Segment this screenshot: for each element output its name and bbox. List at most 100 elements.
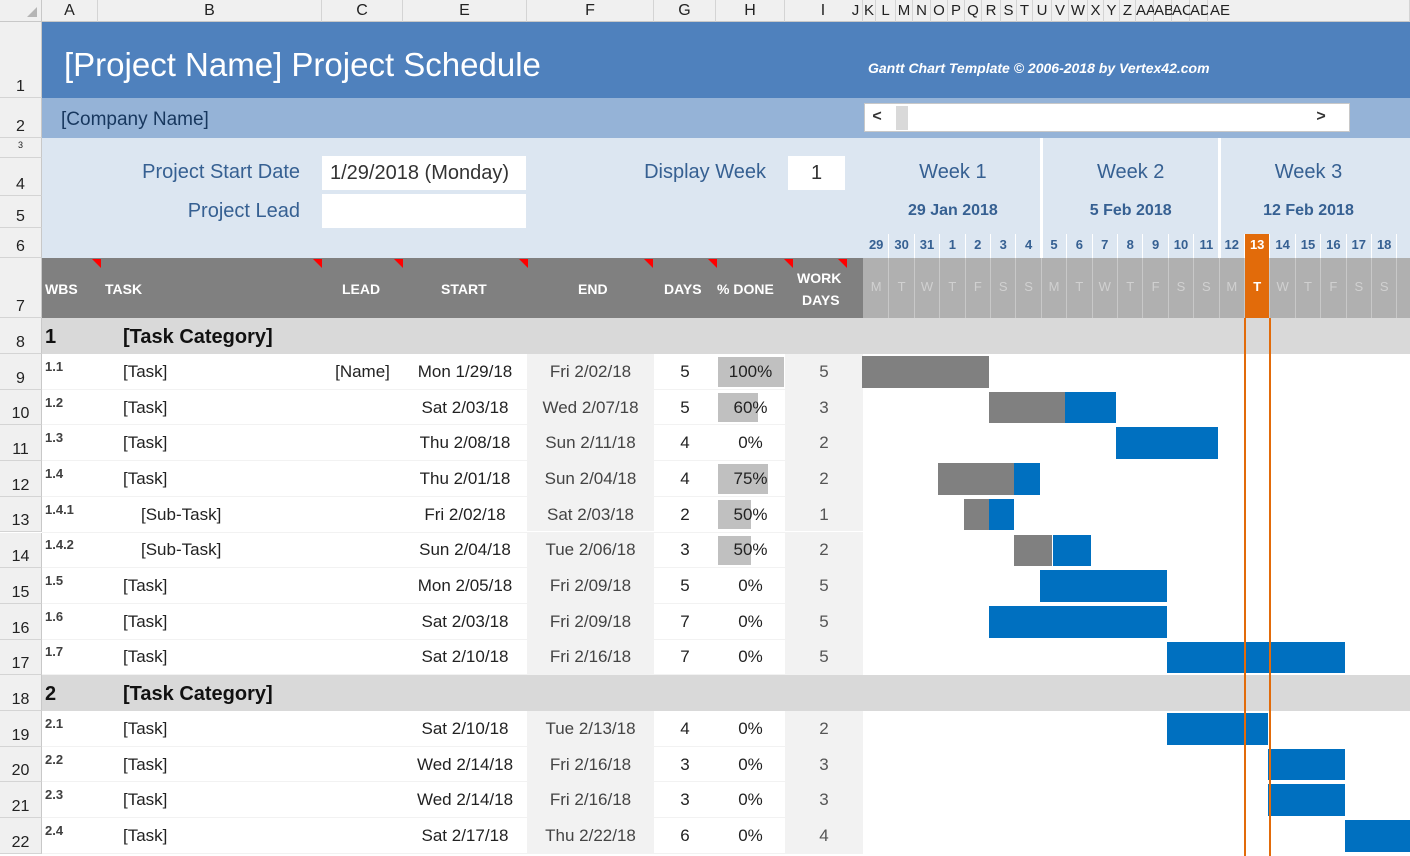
task-lead[interactable]: [Name] (322, 362, 403, 382)
task-name[interactable]: [Task] (123, 433, 167, 453)
display-week-input[interactable]: 1 (788, 156, 845, 190)
task-start[interactable]: Thu 2/08/18 (403, 433, 527, 453)
task-percent-done[interactable]: 50% (716, 540, 785, 560)
task-end[interactable]: Wed 2/07/18 (527, 398, 654, 418)
gantt-bar-completed[interactable] (862, 356, 989, 388)
task-start[interactable]: Thu 2/01/18 (403, 469, 527, 489)
scroll-thumb[interactable] (896, 106, 908, 130)
gantt-bar-remaining[interactable] (1065, 391, 1116, 424)
row-header[interactable]: 3 (0, 138, 42, 158)
task-days[interactable]: 5 (654, 398, 716, 418)
column-header[interactable]: F (527, 0, 654, 22)
scroll-right-button[interactable]: > (1310, 108, 1332, 128)
task-start[interactable]: Sat 2/17/18 (403, 826, 527, 846)
gantt-bar-remaining[interactable] (989, 498, 1015, 531)
task-wbs[interactable]: 1.3 (45, 430, 63, 445)
task-start[interactable]: Wed 2/14/18 (403, 755, 527, 775)
row-header[interactable]: 14 (0, 532, 42, 569)
row-header[interactable]: 22 (0, 818, 42, 854)
gantt-bar-completed[interactable] (963, 498, 989, 531)
column-header[interactable]: O (931, 0, 948, 22)
project-lead-input[interactable] (322, 194, 526, 228)
row-header[interactable]: 12 (0, 461, 42, 497)
task-name[interactable]: [Sub-Task] (141, 505, 221, 525)
task-start[interactable]: Mon 1/29/18 (403, 362, 527, 382)
project-start-input[interactable]: 1/29/2018 (Monday) (322, 156, 526, 190)
task-start[interactable]: Mon 2/05/18 (403, 576, 527, 596)
task-wbs[interactable]: 1.5 (45, 573, 63, 588)
task-percent-done[interactable]: 0% (716, 826, 785, 846)
column-header[interactable]: J (849, 0, 863, 22)
task-name[interactable]: [Task] (123, 362, 167, 382)
row-header[interactable]: 21 (0, 782, 42, 819)
column-header[interactable]: L (876, 0, 896, 22)
column-header[interactable]: Z (1120, 0, 1136, 22)
gantt-bar-remaining[interactable] (1052, 534, 1091, 567)
row-header[interactable]: 10 (0, 389, 42, 426)
gantt-bar-remaining[interactable] (1166, 713, 1269, 745)
row-header[interactable]: 17 (0, 639, 42, 676)
task-end[interactable]: Fri 2/16/18 (527, 755, 654, 775)
task-end[interactable]: Fri 2/02/18 (527, 362, 654, 382)
task-days[interactable]: 3 (654, 540, 716, 560)
column-header[interactable]: Q (965, 0, 982, 22)
column-header[interactable]: U (1033, 0, 1052, 22)
task-name[interactable]: [Task] (123, 398, 167, 418)
task-percent-done[interactable]: 50% (716, 505, 785, 525)
task-start[interactable]: Sun 2/04/18 (403, 540, 527, 560)
column-header[interactable]: AC (1172, 0, 1193, 22)
task-days[interactable]: 5 (654, 362, 716, 382)
column-header[interactable]: P (948, 0, 965, 22)
column-header[interactable]: V (1052, 0, 1069, 22)
column-header[interactable]: B (98, 0, 322, 22)
row-header[interactable]: 13 (0, 496, 42, 533)
task-percent-done[interactable]: 0% (716, 719, 785, 739)
task-wbs[interactable]: 1.4 (45, 466, 63, 481)
column-header[interactable]: AB (1154, 0, 1174, 22)
task-wbs[interactable]: 1.1 (45, 359, 63, 374)
column-header[interactable]: T (1017, 0, 1033, 22)
scroll-left-button[interactable]: < (866, 108, 888, 128)
column-header[interactable]: AD (1190, 0, 1211, 22)
task-percent-done[interactable]: 75% (716, 469, 785, 489)
task-percent-done[interactable]: 0% (716, 647, 785, 667)
select-all-corner[interactable] (0, 0, 42, 22)
company-name[interactable]: [Company Name] (61, 109, 209, 131)
task-end[interactable]: Fri 2/16/18 (527, 790, 654, 810)
row-header[interactable]: 1 (0, 22, 42, 98)
task-end[interactable]: Fri 2/09/18 (527, 612, 654, 632)
gantt-bar-remaining[interactable] (1039, 570, 1167, 602)
column-header[interactable]: H (716, 0, 785, 22)
category-name[interactable]: [Task Category] (123, 326, 273, 349)
row-header[interactable]: 20 (0, 746, 42, 783)
task-name[interactable]: [Task] (123, 755, 167, 775)
task-end[interactable]: Fri 2/16/18 (527, 647, 654, 667)
task-days[interactable]: 6 (654, 826, 716, 846)
category-name[interactable]: [Task Category] (123, 683, 273, 706)
task-wbs[interactable]: 2.3 (45, 787, 63, 802)
task-end[interactable]: Fri 2/09/18 (527, 576, 654, 596)
task-wbs[interactable]: 2.2 (45, 752, 63, 767)
task-name[interactable]: [Task] (123, 719, 167, 739)
task-end[interactable]: Sun 2/11/18 (527, 433, 654, 453)
task-name[interactable]: [Sub-Task] (141, 540, 221, 560)
task-start[interactable]: Sat 2/10/18 (403, 719, 527, 739)
task-percent-done[interactable]: 0% (716, 433, 785, 453)
task-percent-done[interactable]: 0% (716, 790, 785, 810)
task-days[interactable]: 4 (654, 719, 716, 739)
task-days[interactable]: 4 (654, 469, 716, 489)
task-percent-done[interactable]: 0% (716, 755, 785, 775)
column-header[interactable]: AE (1208, 0, 1410, 22)
task-days[interactable]: 7 (654, 612, 716, 632)
column-header[interactable]: R (982, 0, 1001, 22)
row-header[interactable]: 16 (0, 603, 42, 640)
task-end[interactable]: Tue 2/06/18 (527, 540, 654, 560)
row-header[interactable]: 5 (0, 196, 42, 228)
task-end[interactable]: Thu 2/22/18 (527, 826, 654, 846)
row-header[interactable]: 19 (0, 711, 42, 747)
week-scrollbar[interactable] (864, 103, 1350, 132)
column-header[interactable]: G (654, 0, 716, 22)
column-header[interactable]: N (913, 0, 931, 22)
row-header[interactable]: 18 (0, 675, 42, 711)
gantt-bar-remaining[interactable] (1166, 641, 1345, 674)
